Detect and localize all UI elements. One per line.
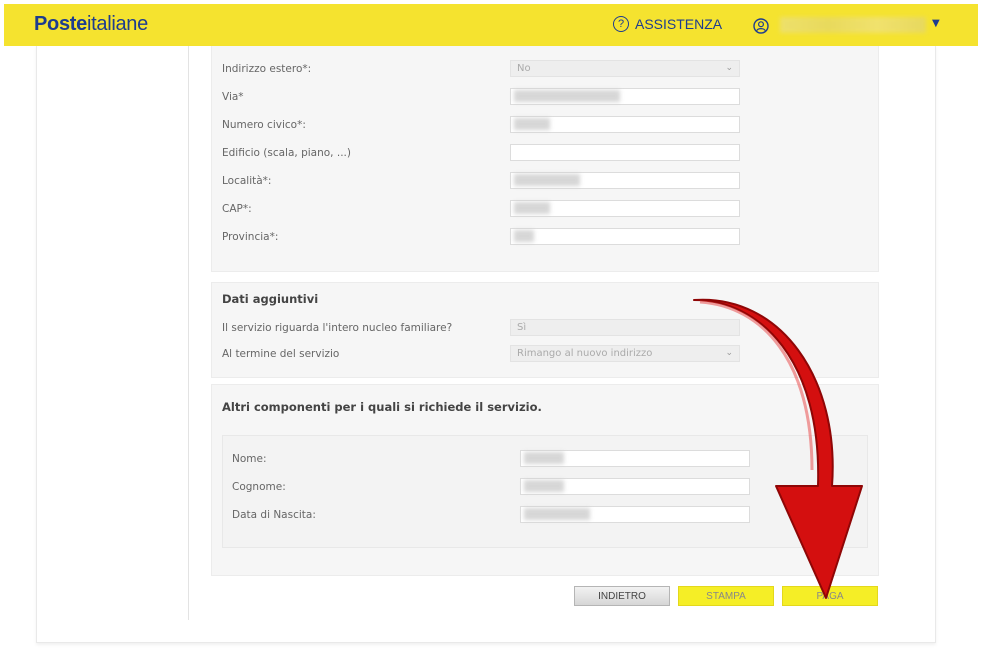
assistance-link[interactable]: ? ASSISTENZA <box>613 16 722 32</box>
province-label: Provincia*: <box>222 231 279 243</box>
family-question-label: Il servizio riguarda l'intero nucleo fam… <box>222 322 453 334</box>
province-redacted <box>514 230 534 242</box>
birth-date-redacted <box>524 508 590 520</box>
street-label: Via* <box>222 91 244 103</box>
house-number-redacted <box>514 118 550 130</box>
building-label: Edificio (scala, piano, ...) <box>222 147 351 159</box>
assistance-label: ASSISTENZA <box>635 16 723 32</box>
first-name-redacted <box>524 452 564 464</box>
help-icon: ? <box>613 16 629 32</box>
street-value-redacted <box>514 90 620 102</box>
pay-button[interactable]: PAGA <box>782 586 878 606</box>
family-select[interactable]: Sì <box>510 319 740 336</box>
chevron-down-icon[interactable]: ▼ <box>932 18 940 29</box>
end-of-service-label: Al termine del servizio <box>222 348 340 360</box>
divider <box>188 46 189 620</box>
chevron-down-icon: ⌄ <box>725 348 733 358</box>
user-name-redacted[interactable] <box>780 17 926 33</box>
print-button[interactable]: STAMPA <box>678 586 774 606</box>
province-input[interactable] <box>510 228 740 245</box>
user-icon[interactable] <box>753 18 769 38</box>
top-bar: Posteitaliane ? ASSISTENZA ▼ <box>4 4 978 46</box>
building-input[interactable] <box>510 144 740 161</box>
birth-date-label: Data di Nascita: <box>232 509 316 521</box>
locality-label: Località*: <box>222 175 272 187</box>
foreign-address-label: Indirizzo estero*: <box>222 63 312 75</box>
end-of-service-select[interactable]: Rimango al nuovo indirizzo ⌄ <box>510 345 740 362</box>
cap-label: CAP*: <box>222 203 252 215</box>
extra-data-title: Dati aggiuntivi <box>222 292 319 306</box>
cap-redacted <box>514 202 550 214</box>
foreign-address-select[interactable]: No ⌄ <box>510 60 740 77</box>
last-name-redacted <box>524 480 564 492</box>
first-name-label: Nome: <box>232 453 267 465</box>
last-name-label: Cognome: <box>232 481 286 493</box>
chevron-down-icon: ⌄ <box>725 63 733 73</box>
other-members-title: Altri componenti per i quali si richiede… <box>222 400 542 414</box>
back-button[interactable]: INDIETRO <box>574 586 670 606</box>
house-number-label: Numero civico*: <box>222 119 306 131</box>
poste-italiane-logo[interactable]: Posteitaliane <box>34 13 148 36</box>
locality-redacted <box>514 174 580 186</box>
